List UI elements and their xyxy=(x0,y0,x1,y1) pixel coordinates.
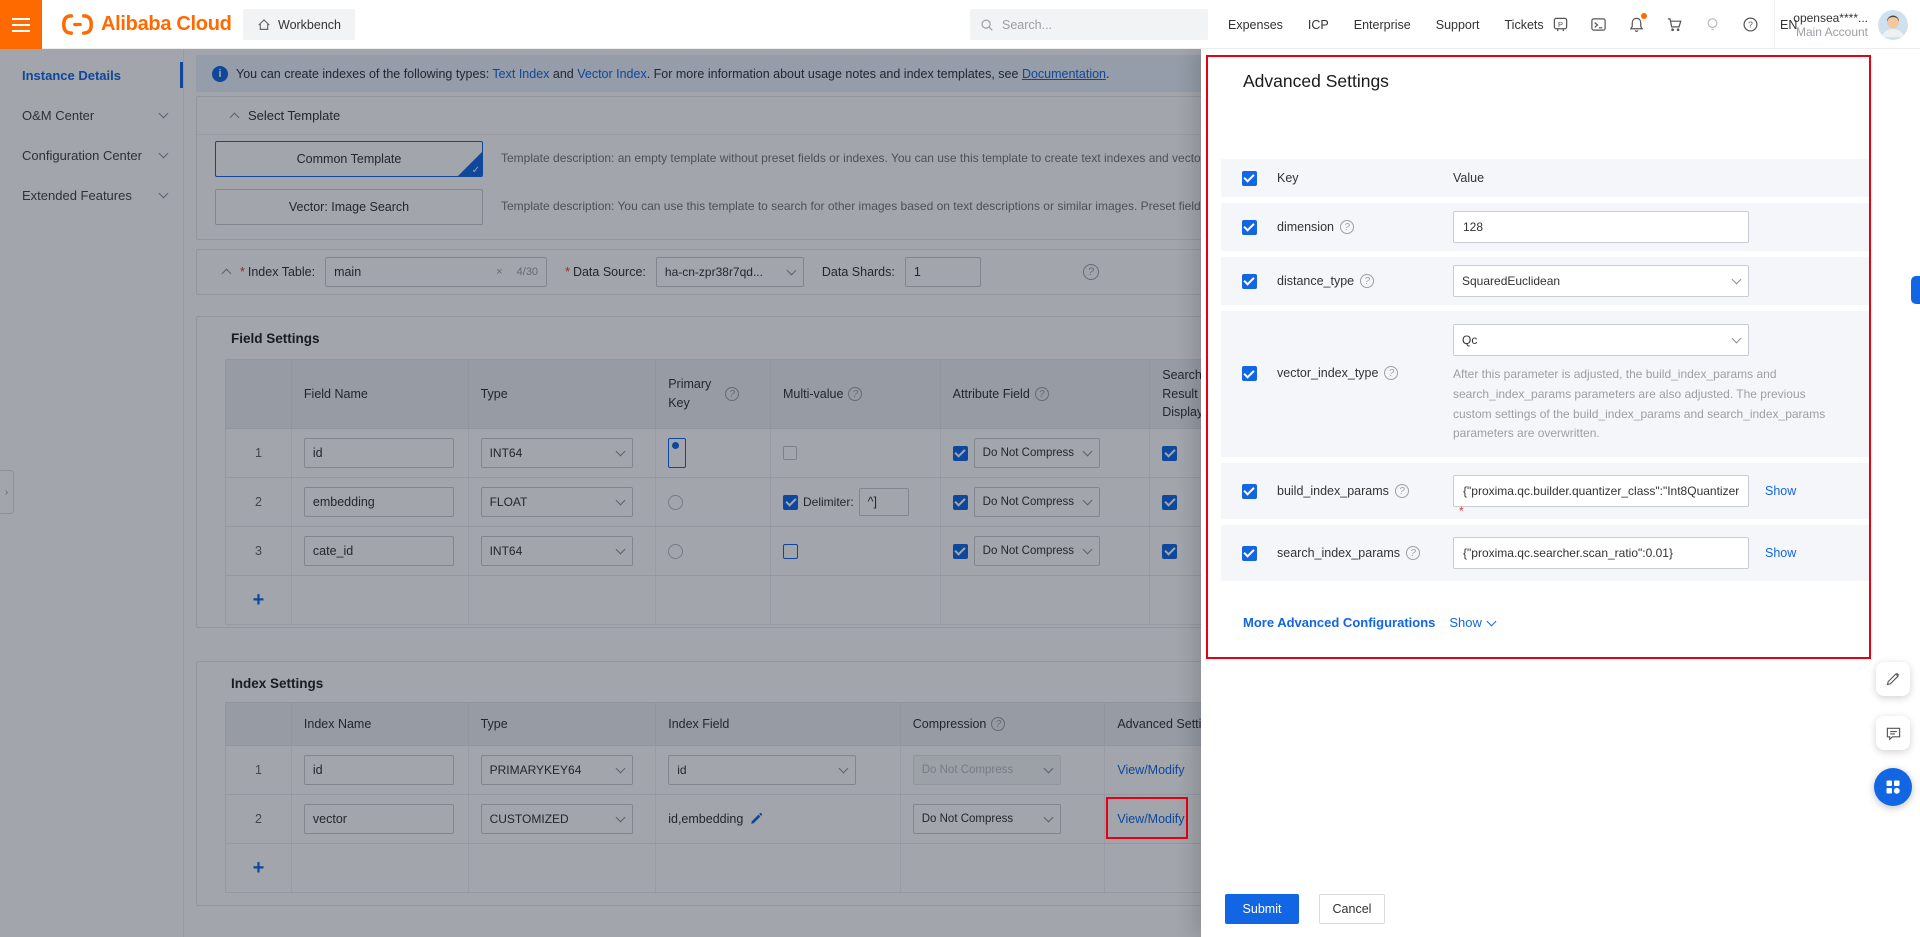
param-checkbox[interactable] xyxy=(1241,483,1257,499)
help-icon[interactable]: ? xyxy=(1394,484,1409,499)
hamburger-menu-icon[interactable] xyxy=(0,0,42,49)
param-key: vector_index_type xyxy=(1277,366,1379,380)
workbench-button[interactable]: Workbench xyxy=(243,9,355,40)
lightbulb-icon[interactable] xyxy=(1704,16,1721,33)
help-icon[interactable]: ? xyxy=(1339,220,1354,234)
param-row-vector-index-type: vector_index_type? Qc After this paramet… xyxy=(1221,311,1871,458)
param-key: dimension xyxy=(1277,220,1334,234)
more-advanced-configurations: More Advanced Configurations Show xyxy=(1221,615,1871,630)
cart-icon[interactable] xyxy=(1666,16,1683,33)
vector-index-type-description: After this parameter is adjusted, the bu… xyxy=(1453,367,1826,441)
nav-enterprise[interactable]: Enterprise xyxy=(1354,18,1411,32)
help-icon[interactable]: ? xyxy=(1406,546,1420,561)
param-row-search-index-params: search_index_params? {"proxima.qc.search… xyxy=(1221,525,1871,582)
alibaba-logo-mark xyxy=(62,14,93,35)
edge-handle[interactable] xyxy=(1911,276,1920,304)
global-search[interactable] xyxy=(970,9,1208,40)
pencil-icon xyxy=(1886,672,1900,686)
key-value-header-row: Key Value xyxy=(1221,159,1871,197)
nav-expenses[interactable]: Expenses xyxy=(1228,18,1283,32)
search-index-params-input[interactable]: {"proxima.qc.searcher.scan_ratio":0.01} xyxy=(1453,537,1749,570)
key-header: Key xyxy=(1277,171,1299,185)
notification-dot xyxy=(1641,13,1647,19)
alibaba-cloud-logo[interactable]: Alibaba Cloud xyxy=(62,0,232,49)
param-checkbox[interactable] xyxy=(1241,545,1257,561)
advanced-settings-panel: Advanced Settings Key Value dimension? 1… xyxy=(1201,49,1920,937)
param-key: distance_type xyxy=(1277,274,1355,288)
brand-name: Alibaba Cloud xyxy=(101,13,232,35)
panel-actions: Submit Cancel xyxy=(1225,894,1385,924)
show-link[interactable]: Show xyxy=(1765,546,1796,560)
vector-index-type-select[interactable]: Qc xyxy=(1453,324,1749,356)
terminal-icon[interactable] xyxy=(1590,16,1607,33)
panel-title: Advanced Settings xyxy=(1243,71,1389,91)
show-toggle[interactable]: Show xyxy=(1449,615,1497,630)
account-name: opensea****... xyxy=(1793,10,1868,25)
mini-apps-button[interactable] xyxy=(1874,768,1912,806)
topbar-icons: P ? EN xyxy=(1552,0,1797,49)
avatar[interactable] xyxy=(1878,10,1908,40)
required-asterisk: * xyxy=(1459,504,1464,519)
param-key: build_index_params xyxy=(1277,484,1389,499)
nav-support[interactable]: Support xyxy=(1436,18,1480,32)
help-icon[interactable]: ? xyxy=(1360,274,1375,288)
nav-tickets[interactable]: Tickets xyxy=(1505,18,1544,32)
nav-icp[interactable]: ICP xyxy=(1308,18,1329,32)
comment-icon xyxy=(1886,727,1900,741)
param-checkbox[interactable] xyxy=(1241,273,1257,289)
param-row-distance-type: distance_type? SquaredEuclidean xyxy=(1221,257,1871,305)
feedback-edit-button[interactable] xyxy=(1876,662,1910,696)
select-all-checkbox[interactable] xyxy=(1241,170,1257,186)
submit-button[interactable]: Submit xyxy=(1225,894,1299,924)
workbench-label: Workbench xyxy=(278,17,341,32)
distance-type-select[interactable]: SquaredEuclidean xyxy=(1453,265,1749,297)
topbar: Alibaba Cloud Workbench Expenses ICP Ent… xyxy=(0,0,1920,49)
notifications-button[interactable] xyxy=(1628,13,1647,33)
search-icon xyxy=(981,18,993,31)
search-input[interactable] xyxy=(1002,17,1182,32)
grid-icon xyxy=(1886,780,1900,794)
value-header: Value xyxy=(1453,171,1485,185)
param-key: search_index_params xyxy=(1277,546,1400,561)
feedback-chat-button[interactable] xyxy=(1876,716,1910,750)
dimension-input[interactable]: 128 xyxy=(1453,211,1749,243)
param-row-build-index-params: build_index_params? {"proxima.qc.builder… xyxy=(1221,463,1871,520)
param-checkbox[interactable] xyxy=(1241,366,1257,381)
account-type: Main Account xyxy=(1795,24,1868,39)
show-link[interactable]: Show xyxy=(1765,484,1796,498)
param-checkbox[interactable] xyxy=(1241,219,1257,235)
help-icon[interactable]: ? xyxy=(1384,366,1399,380)
cancel-button[interactable]: Cancel xyxy=(1319,894,1385,924)
chevron-down-icon xyxy=(1486,616,1497,627)
topnav: Expenses ICP Enterprise Support Tickets xyxy=(1228,0,1544,49)
more-advanced-link[interactable]: More Advanced Configurations xyxy=(1243,615,1435,630)
home-icon xyxy=(258,18,270,30)
param-row-dimension: dimension? 128 xyxy=(1221,203,1871,251)
api-icon[interactable]: P xyxy=(1552,16,1569,33)
help-icon[interactable]: ? xyxy=(1742,16,1759,33)
account-info[interactable]: opensea****... Main Account xyxy=(1774,0,1868,49)
panel-body: Key Value dimension? 128 distance_type? … xyxy=(1221,159,1871,630)
svg-text:P: P xyxy=(1558,20,1563,29)
build-index-params-input[interactable]: {"proxima.qc.builder.quantizer_class":"I… xyxy=(1453,475,1749,508)
svg-text:?: ? xyxy=(1748,20,1753,30)
